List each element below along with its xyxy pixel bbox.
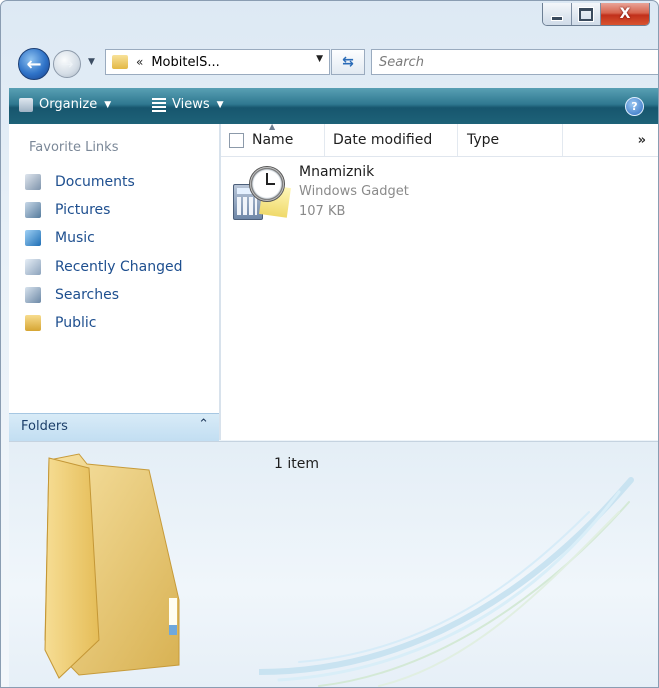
column-header-type[interactable]: Type — [458, 124, 563, 156]
favorite-links-header: Favorite Links — [29, 140, 119, 155]
folders-toggle[interactable]: Folders ⌃ — [9, 413, 219, 441]
address-path[interactable]: MobitelS... — [151, 55, 219, 70]
organize-menu-button[interactable]: Organize ▼ — [19, 97, 111, 112]
close-icon: X — [619, 6, 631, 22]
maximize-button[interactable] — [572, 3, 601, 25]
file-type: Windows Gadget — [299, 184, 409, 199]
help-button[interactable]: ? — [625, 97, 644, 116]
sidebar-item-label: Searches — [55, 287, 120, 303]
chevron-down-icon: ▼ — [216, 99, 224, 110]
sort-ascending-icon: ▲ — [269, 122, 276, 131]
address-dropdown-icon[interactable]: ▼ — [316, 54, 323, 64]
column-header-label: Name — [252, 132, 294, 148]
search-input[interactable]: Search — [371, 49, 658, 75]
sidebar-item-label: Public — [55, 315, 97, 331]
refresh-button[interactable]: ⇆ — [331, 49, 365, 75]
forward-button[interactable]: → — [53, 50, 81, 78]
file-name: Mnamiznik — [299, 164, 375, 180]
explorer-window: X ← → ▼ « MobitelS... ▼ ⇆ Search Organiz… — [0, 0, 659, 688]
address-overflow-chevron[interactable]: « — [136, 55, 143, 69]
organize-icon — [19, 97, 33, 112]
close-button[interactable]: X — [601, 3, 649, 25]
organize-label: Organize — [39, 97, 98, 112]
refresh-icon: ⇆ — [342, 54, 354, 70]
documents-icon — [25, 174, 41, 190]
sidebar-item-label: Documents — [55, 174, 135, 190]
column-header-label: Type — [467, 132, 500, 148]
sidebar-item-label: Recently Changed — [55, 259, 183, 275]
details-pane: 1 item — [9, 441, 658, 687]
recent-pages-dropdown-icon[interactable]: ▼ — [88, 57, 95, 67]
views-icon — [152, 97, 166, 112]
pictures-icon — [25, 202, 41, 218]
maximize-icon — [579, 7, 593, 21]
folder-icon — [44, 453, 180, 679]
column-header-name[interactable]: ▲ Name — [221, 122, 325, 156]
address-bar[interactable]: « MobitelS... ▼ — [105, 49, 330, 75]
column-header-label: Date modified — [333, 132, 433, 148]
item-count: 1 item — [274, 456, 319, 472]
navigation-pane: Favorite Links Documents Pictures Music … — [9, 124, 219, 440]
recently-changed-icon — [25, 259, 41, 275]
back-arrow-icon: ← — [26, 53, 42, 75]
sidebar-item-documents[interactable]: Documents — [25, 171, 135, 193]
title-bar: X — [1, 1, 658, 39]
sidebar-item-recently-changed[interactable]: Recently Changed — [25, 256, 183, 278]
file-size: 107 KB — [299, 204, 346, 219]
sidebar-item-music[interactable]: Music — [25, 227, 95, 249]
searches-icon — [25, 287, 41, 303]
sidebar-item-pictures[interactable]: Pictures — [25, 199, 110, 221]
views-menu-button[interactable]: Views ▼ — [152, 97, 224, 112]
column-headers: ▲ Name Date modified Type » — [221, 122, 658, 157]
folder-icon — [112, 55, 128, 69]
more-columns-icon[interactable]: » — [638, 133, 646, 148]
chevron-up-icon: ⌃ — [198, 417, 209, 432]
minimize-button[interactable] — [543, 3, 572, 25]
chevron-down-icon: ▼ — [104, 99, 112, 110]
views-label: Views — [172, 97, 210, 112]
navigation-bar: ← → ▼ « MobitelS... ▼ ⇆ Search — [1, 45, 658, 81]
caption-buttons: X — [542, 3, 650, 26]
search-placeholder: Search — [379, 54, 424, 70]
command-bar: Organize ▼ Views ▼ ? — [9, 88, 658, 124]
windows-gadget-icon — [231, 166, 293, 222]
minimize-icon — [551, 15, 563, 21]
sidebar-item-label: Pictures — [55, 202, 111, 218]
file-list: ▲ Name Date modified Type » Mnamiznik Wi… — [221, 122, 658, 440]
sidebar-item-label: Music — [55, 230, 95, 246]
help-icon: ? — [631, 100, 638, 113]
sidebar-item-public[interactable]: Public — [25, 312, 96, 334]
folders-label: Folders — [21, 419, 68, 434]
select-all-checkbox[interactable] — [229, 132, 244, 148]
music-icon — [25, 230, 41, 246]
column-header-date-modified[interactable]: Date modified — [324, 124, 458, 156]
sidebar-item-searches[interactable]: Searches — [25, 284, 119, 306]
decorative-swoosh — [259, 477, 634, 687]
file-item[interactable]: Mnamiznik Windows Gadget 107 KB — [231, 162, 431, 222]
forward-arrow-icon: → — [60, 55, 74, 73]
public-folder-icon — [25, 315, 41, 331]
back-button[interactable]: ← — [18, 48, 50, 80]
